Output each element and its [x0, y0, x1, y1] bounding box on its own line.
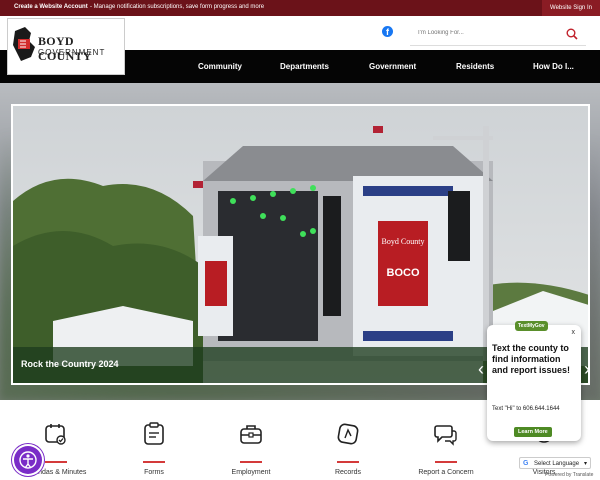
stage-banner-title: Boyd County — [382, 237, 425, 246]
nav-departments[interactable]: Departments — [280, 62, 329, 71]
nav-residents[interactable]: Residents — [456, 62, 494, 71]
next-slide-icon[interactable]: › — [582, 358, 592, 380]
clipboard-icon — [142, 422, 166, 451]
logo-subtitle: GOVERNMENT — [38, 48, 106, 57]
search-icon[interactable] — [566, 27, 578, 45]
nav-how-do-i[interactable]: How Do I... — [533, 62, 574, 71]
accent-bar — [143, 461, 165, 463]
county-logo[interactable]: BOYD COUNTY GOVERNMENT — [7, 18, 125, 75]
quick-link-records[interactable]: Records — [308, 400, 388, 480]
chevron-down-icon: ▾ — [583, 461, 587, 467]
language-select-label: Select Language — [534, 461, 580, 467]
chat-bubbles-icon — [434, 422, 458, 451]
language-select[interactable]: G Select Language ▾ — [519, 457, 591, 469]
learn-more-button[interactable]: Learn More — [514, 427, 552, 437]
accent-bar — [45, 461, 67, 463]
quick-link-label: Forms — [144, 469, 164, 476]
quick-link-employment[interactable]: Employment — [211, 400, 291, 480]
previous-slide-icon[interactable]: ‹ — [476, 358, 486, 380]
account-description: - Manage notification subscriptions, sav… — [90, 4, 265, 10]
textmygov-badge: TextMyGov — [515, 321, 548, 331]
sign-in-button[interactable]: Website Sign In — [542, 0, 600, 16]
search-box — [410, 20, 586, 46]
create-account-link[interactable]: Create a Website Account — [14, 4, 88, 10]
quick-link-label: Records — [334, 469, 362, 476]
accent-bar — [240, 461, 262, 463]
translate-powered-by: Powered by Translate — [545, 472, 594, 478]
google-g-icon: G — [523, 460, 529, 467]
textmygov-headline: Text the county to find information and … — [492, 343, 571, 375]
stage-banner-tag: BOCO — [387, 267, 420, 279]
facebook-icon[interactable]: f — [382, 26, 393, 37]
nav-government[interactable]: Government — [369, 62, 416, 71]
close-icon[interactable]: x — [572, 329, 576, 336]
search-input[interactable] — [410, 20, 560, 46]
quick-link-label: Report a Concern — [418, 469, 474, 476]
accent-bar — [337, 461, 359, 463]
county-map-logo-icon — [13, 27, 35, 61]
briefcase-icon — [239, 422, 263, 451]
accessibility-icon[interactable] — [14, 446, 42, 474]
records-icon — [336, 422, 360, 451]
textmygov-popup: TextMyGov x Text the county to find info… — [487, 321, 581, 441]
slide-caption: Rock the Country 2024 — [21, 359, 119, 369]
textmygov-body: Text "Hi" to 606.644.1644 — [492, 406, 560, 412]
account-bar: Create a Website Account - Manage notifi… — [0, 0, 600, 16]
nav-community[interactable]: Community — [198, 62, 242, 71]
quick-link-forms[interactable]: Forms — [114, 400, 194, 480]
quick-link-label: Employment — [231, 469, 271, 476]
quick-link-report-concern[interactable]: Report a Concern — [406, 400, 486, 480]
accent-bar — [435, 461, 457, 463]
calendar-check-icon — [44, 422, 68, 451]
